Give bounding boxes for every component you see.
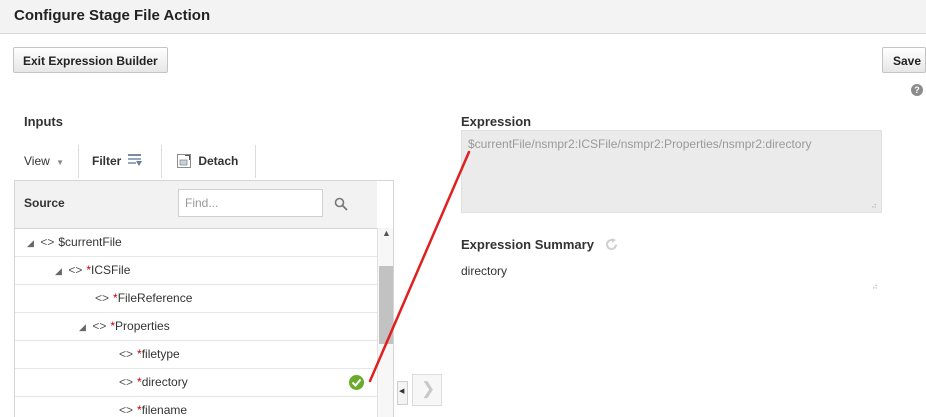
source-panel: Source ◢ <>$currentFile◢ <>*ICSFile<>*Fi…	[14, 180, 394, 417]
expression-heading: Expression	[461, 114, 532, 129]
element-icon: <>	[119, 375, 134, 389]
tree-node[interactable]: <> *filename	[15, 397, 377, 417]
toolbar-divider	[161, 145, 162, 178]
tree-scrollbar[interactable]: ▲	[377, 228, 393, 417]
tree-node-content: ◢ <> *ICSFile	[55, 257, 130, 285]
next-button[interactable]: ❯	[412, 374, 442, 406]
dialog-header: Configure Stage File Action	[0, 0, 926, 34]
element-icon: <>	[119, 347, 134, 361]
tree-node-content: ◢ <> *Properties	[79, 313, 170, 341]
detach-label: Detach	[198, 154, 239, 168]
filter-button[interactable]: Filter	[92, 145, 142, 178]
tree-node[interactable]: ◢ <> *ICSFile	[15, 257, 377, 285]
toolbar-divider	[255, 145, 256, 178]
filter-label: Filter	[92, 154, 122, 168]
element-icon: <>	[119, 403, 134, 417]
tree-node-label: FileReference	[117, 291, 193, 305]
tree-node[interactable]: <> *directory	[15, 369, 377, 397]
source-search-input[interactable]	[178, 189, 323, 217]
tree-node[interactable]: <> *FileReference	[15, 285, 377, 313]
detach-icon	[177, 154, 191, 168]
tree-node-content: <> *directory	[119, 369, 188, 396]
expression-editor[interactable]: $currentFile/nsmpr2:ICSFile/nsmpr2:Prope…	[461, 130, 882, 213]
tree-node-label: filename	[141, 403, 188, 417]
exit-expression-builder-button[interactable]: Exit Expression Builder	[13, 47, 168, 73]
expand-toggle-icon[interactable]: ◢	[27, 230, 37, 257]
filter-icon	[127, 154, 142, 166]
search-icon[interactable]	[334, 197, 348, 211]
tree-node-content: <> *filetype	[119, 341, 180, 368]
chevron-right-icon: ❯	[421, 379, 436, 398]
refresh-icon[interactable]	[604, 237, 619, 252]
tree-node-label: $currentFile	[58, 235, 122, 249]
save-button[interactable]: Save	[882, 47, 926, 73]
toolbar-divider	[78, 145, 79, 178]
view-label: View	[24, 154, 50, 168]
tree-node-label: directory	[141, 375, 188, 389]
collapse-panel-button[interactable]: ◀	[397, 381, 408, 405]
expression-value: $currentFile/nsmpr2:ICSFile/nsmpr2:Prope…	[468, 137, 812, 151]
tree-node-content: <> *FileReference	[95, 285, 192, 312]
detach-button[interactable]: Detach	[177, 145, 238, 178]
source-header: Source	[15, 181, 377, 229]
element-icon: <>	[40, 235, 55, 249]
check-icon	[349, 375, 364, 390]
element-icon: <>	[95, 291, 110, 305]
tree-node-label: ICSFile	[91, 263, 131, 277]
expand-toggle-icon[interactable]: ◢	[79, 314, 89, 341]
tree-node-label: filetype	[141, 347, 180, 361]
tree-node[interactable]: <> *filetype	[15, 341, 377, 369]
resize-grip-icon[interactable]: ⠴	[871, 201, 877, 210]
source-heading: Source	[24, 196, 65, 210]
view-menu[interactable]: View ▼	[24, 145, 64, 178]
scroll-up-icon[interactable]: ▲	[382, 228, 391, 238]
tree-node[interactable]: ◢ <> *Properties	[15, 313, 377, 341]
inputs-heading: Inputs	[24, 114, 63, 129]
tree-node[interactable]: ◢ <> $currentFile	[15, 229, 377, 257]
expression-summary-heading: Expression Summary	[461, 237, 594, 252]
expression-summary-value: directory	[461, 264, 508, 278]
resize-grip-icon[interactable]: ⠴	[872, 282, 878, 291]
element-icon: <>	[92, 319, 107, 333]
help-icon[interactable]: ?	[911, 84, 923, 96]
chevron-down-icon: ▼	[56, 158, 65, 167]
tree-node-label: Properties	[115, 319, 170, 333]
tree-node-content: <> *filename	[119, 397, 187, 417]
scrollbar-thumb[interactable]	[379, 266, 393, 344]
arrow-left-icon: ◀	[399, 388, 405, 395]
dialog-title: Configure Stage File Action	[14, 7, 211, 24]
inputs-toolbar: View ▼ Filter Detach	[14, 145, 394, 178]
expand-toggle-icon[interactable]: ◢	[55, 258, 65, 285]
element-icon: <>	[68, 263, 83, 277]
tree-node-content: ◢ <> $currentFile	[27, 229, 122, 257]
